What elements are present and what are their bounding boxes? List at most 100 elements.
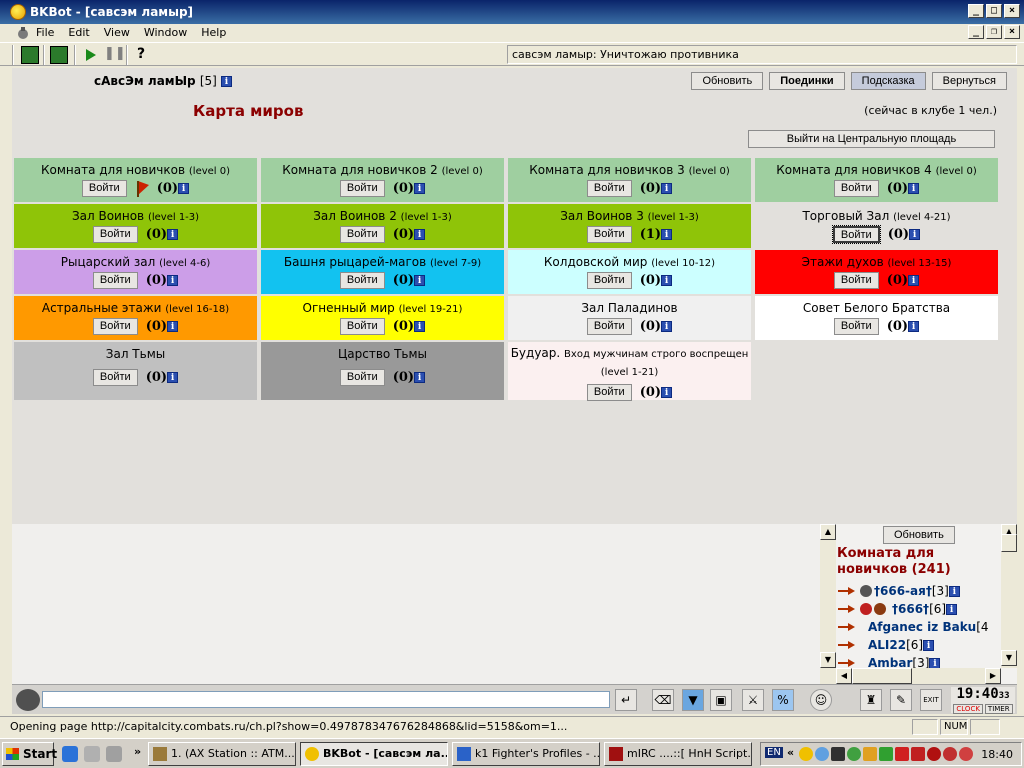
ie-icon[interactable] [62,746,78,762]
bag-icon[interactable]: ♜ [860,689,882,711]
info-icon[interactable]: i [414,229,426,240]
tray-icon[interactable] [879,747,893,761]
enter-room-button[interactable]: Войти [92,226,138,243]
pause-icon[interactable]: ❚❚ [104,46,126,64]
central-square-button[interactable]: Выйти на Центральную площадь [748,130,995,148]
enter-room-button[interactable]: Войти [339,180,385,197]
back-button[interactable]: Вернуться [931,72,1007,90]
private-message-icon[interactable] [838,639,856,651]
scroll-icon[interactable]: ✎ [890,689,912,711]
horizontal-scrollbar[interactable]: ◀ ▶ [836,668,1001,684]
bkbot-tray-icon[interactable] [799,747,813,761]
user-name[interactable]: ALI22 [868,638,906,652]
tray-icon[interactable] [863,747,877,761]
info-icon[interactable]: i [661,183,673,194]
start-button[interactable]: Start [2,742,57,766]
bot-face-icon[interactable] [21,46,39,64]
close-button[interactable]: × [1004,4,1020,18]
quicklaunch-icon[interactable] [106,746,122,762]
chat-input[interactable] [42,691,610,708]
enter-room-button[interactable]: Войти [92,318,138,335]
enter-room-button[interactable]: Войти [586,180,632,197]
scroll-down-icon[interactable]: ▼ [820,652,836,668]
menu-window[interactable]: Window [144,26,187,39]
task-mirc[interactable]: mIRC ....::[ HnH Script... [604,742,752,766]
enter-room-button[interactable]: Войти [831,225,881,244]
info-icon[interactable]: i [221,76,232,87]
bot-face-red-icon[interactable] [50,46,68,64]
info-icon[interactable]: i [167,372,179,383]
clock-mode-button[interactable]: CLOCK [953,704,983,714]
enter-room-button[interactable]: Войти [92,369,138,386]
enter-room-button[interactable]: Войти [339,318,385,335]
enter-room-button[interactable]: Войти [586,318,632,335]
info-icon[interactable]: i [908,275,920,286]
task-ax-station[interactable]: 1. (AX Station :: ATM... [148,742,296,766]
enter-room-button[interactable]: Войти [339,226,385,243]
tray-icon[interactable] [943,747,957,761]
maximize-button[interactable]: □ [986,4,1002,18]
task-fighter-profiles[interactable]: k1 Fighter's Profiles - ... [452,742,600,766]
menu-help[interactable]: Help [201,26,226,39]
send-icon[interactable]: ↵ [615,689,637,711]
enter-room-button[interactable]: Войти [339,272,385,289]
list-item[interactable]: Afganec iz Baku [4 [838,618,1013,636]
tray-icon[interactable] [911,747,925,761]
user-name[interactable]: †666-ая† [874,584,932,598]
task-bkbot[interactable]: BKBot - [савсэм ла... [300,742,448,766]
enter-room-button[interactable]: Войти [586,226,632,243]
user-name[interactable]: Afganec iz Baku [868,620,976,634]
minimize-button[interactable]: _ [968,4,984,18]
tray-icon[interactable] [847,747,861,761]
left-scrollbar[interactable]: ▲ ▼ [820,524,836,684]
network-tray-icon[interactable] [815,747,829,761]
enter-room-button[interactable]: Войти [92,272,138,289]
private-message-icon[interactable] [838,603,856,615]
info-icon[interactable]: i [167,321,179,332]
duels-button[interactable]: Поединки [769,72,845,90]
enter-room-button[interactable]: Войти [586,272,632,289]
info-icon[interactable]: i [414,372,426,383]
eraser-icon[interactable]: ⌫ [652,689,674,711]
scroll-right-icon[interactable]: ▶ [985,668,1001,684]
info-icon[interactable]: i [923,639,935,651]
info-icon[interactable]: i [946,603,958,615]
scroll-up-icon[interactable]: ▲ [820,524,836,540]
hint-button[interactable]: Подсказка [850,72,926,90]
chevron-right-icon[interactable]: » [134,745,141,758]
info-icon[interactable]: i [661,321,673,332]
play-icon[interactable] [82,46,100,64]
menu-view[interactable]: View [104,26,130,39]
info-icon[interactable]: i [414,321,426,332]
menu-edit[interactable]: Edit [68,26,89,39]
info-icon[interactable]: i [167,275,179,286]
info-icon[interactable]: i [661,229,673,240]
scroll-down-icon[interactable]: ▼ [1001,650,1017,666]
private-message-icon[interactable] [838,585,856,597]
quicklaunch-icon[interactable] [84,746,100,762]
enter-room-button[interactable]: Войти [833,180,879,197]
enter-room-button[interactable]: Войти [833,272,879,289]
info-icon[interactable]: i [167,229,179,240]
right-scrollbar[interactable]: ▲ ▼ [1001,524,1017,668]
fight-icon[interactable]: ⚔ [742,689,764,711]
enter-room-button[interactable]: Войти [586,384,632,401]
translit-icon[interactable]: % [772,689,794,711]
info-icon[interactable]: i [178,183,190,194]
private-message-icon[interactable] [838,621,856,633]
user-name[interactable]: †666† [892,602,929,616]
chat-face-icon[interactable] [16,689,40,711]
player-nick[interactable]: сАвсЭм ламЫр [5] i [94,74,232,88]
exit-icon[interactable]: EXIT [920,689,942,711]
mdi-minimize-button[interactable]: _ [968,25,984,39]
mdi-restore-button[interactable]: ❐ [986,25,1002,39]
scroll-thumb[interactable] [1001,534,1017,552]
menu-file[interactable]: File [36,26,54,39]
info-icon[interactable]: i [661,275,673,286]
bot-icon[interactable] [16,26,30,40]
tray-icon[interactable] [831,747,845,761]
smiley-icon[interactable]: ☺ [810,689,832,711]
enter-room-button[interactable]: Войти [81,180,127,197]
info-icon[interactable]: i [908,183,920,194]
list-item[interactable]: ALI22 [6] i [838,636,1013,654]
